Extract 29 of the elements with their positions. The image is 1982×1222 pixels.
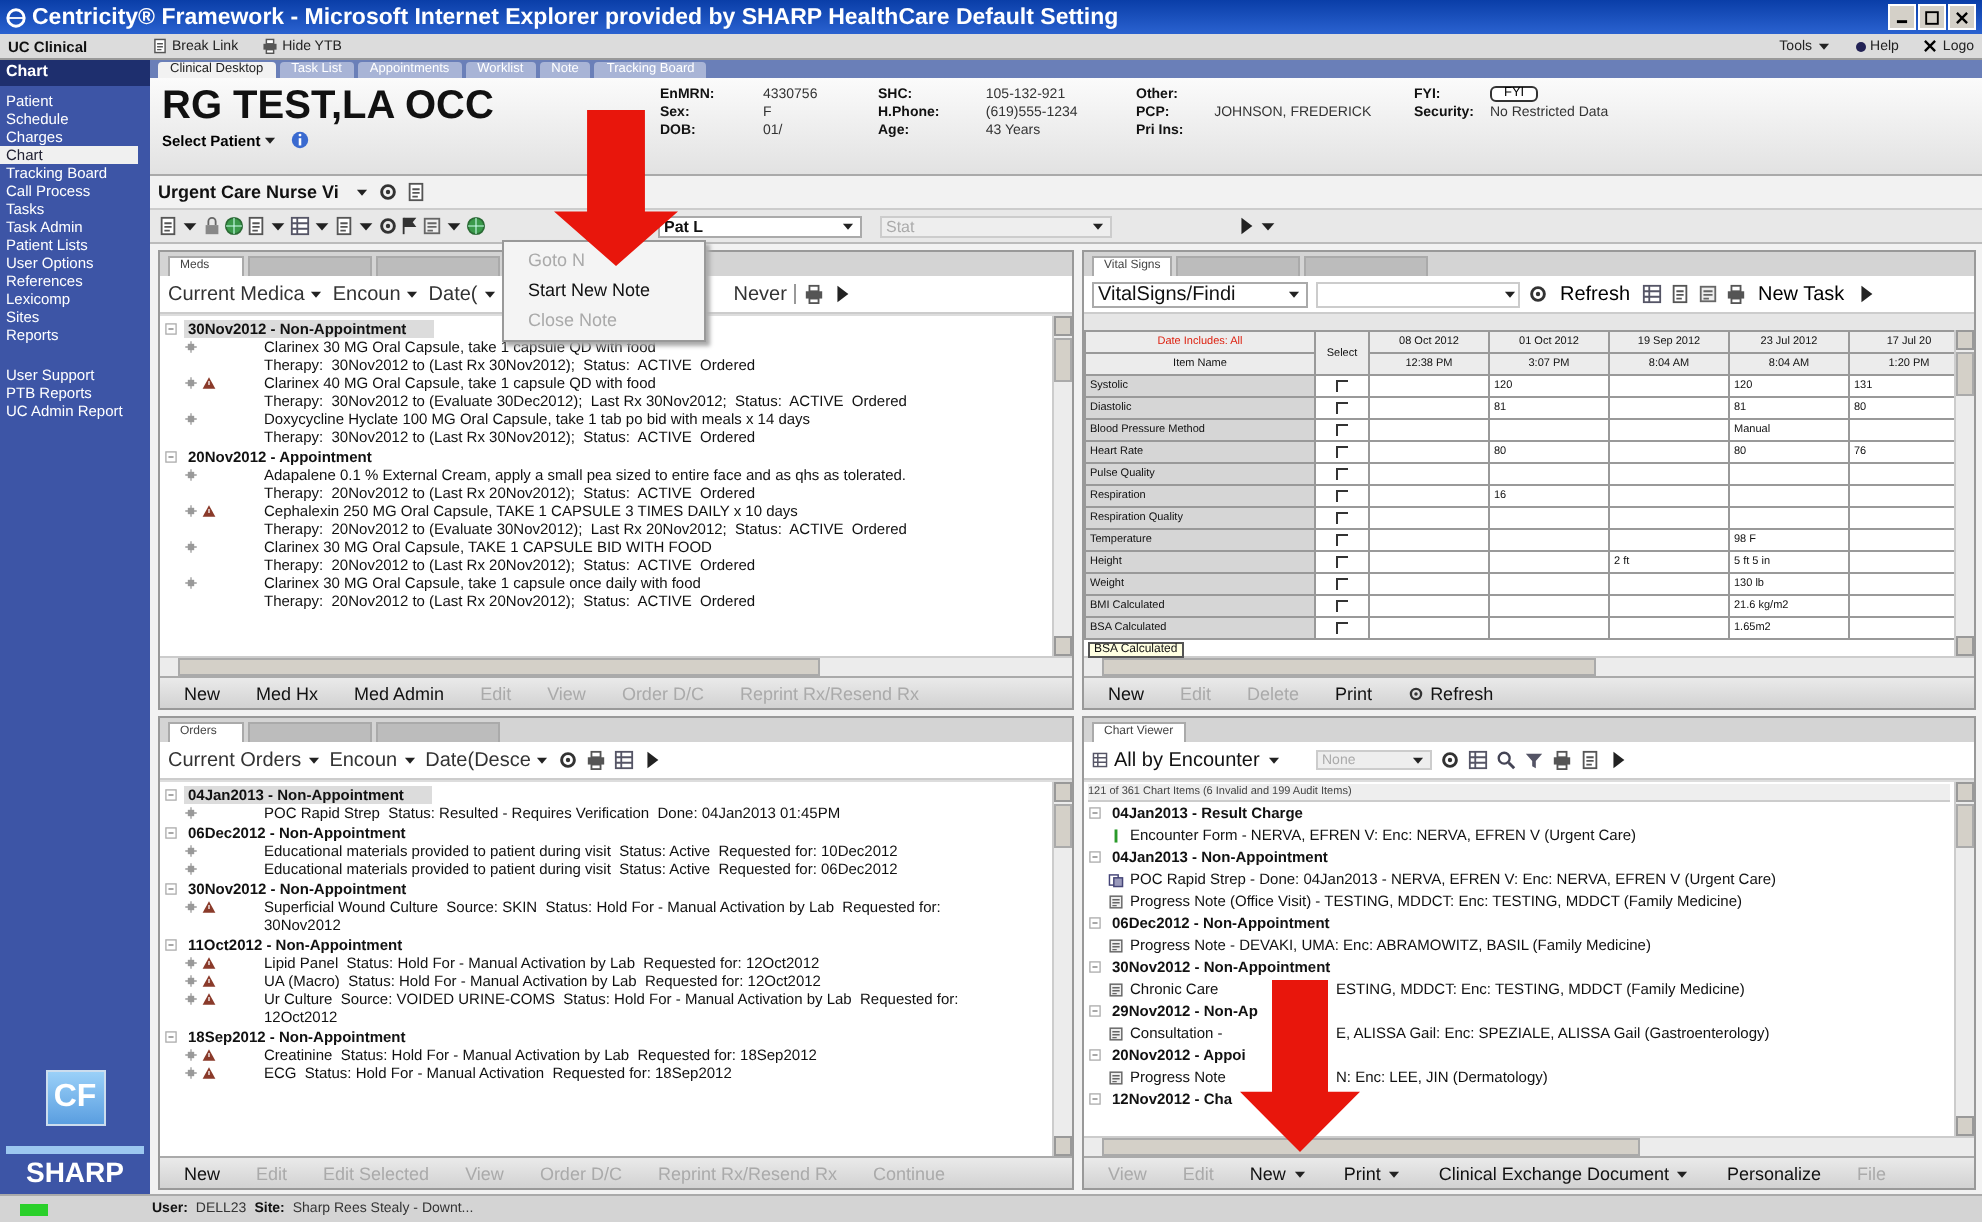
action-button[interactable]: Refresh xyxy=(1396,683,1506,703)
patient-name: RG TEST,LA OCC xyxy=(162,82,496,130)
dropdown[interactable]: Date(Desce xyxy=(425,749,551,771)
refresh-button[interactable]: Refresh xyxy=(1556,283,1635,305)
menu-item[interactable]: Start New Note xyxy=(504,276,704,306)
logo: CF xyxy=(45,1070,105,1126)
action-button[interactable]: Print xyxy=(1331,1163,1415,1183)
dropdown[interactable]: Current Orders xyxy=(168,749,322,771)
sidebar-header: Chart xyxy=(0,60,150,86)
dropdown[interactable]: All by Encounter xyxy=(1092,749,1308,771)
dropdown[interactable]: Encoun xyxy=(332,283,421,305)
action-button[interactable]: New xyxy=(172,1163,233,1183)
dropdown[interactable]: Pat L xyxy=(658,215,862,237)
dropdown[interactable]: Encoun xyxy=(329,749,418,771)
action-button[interactable]: Personalize xyxy=(1714,1163,1833,1183)
dropdown[interactable]: Date( xyxy=(428,283,498,305)
filter-label: Never xyxy=(733,283,787,305)
dropdown[interactable]: VitalSigns/Findi xyxy=(1092,281,1308,307)
action-button[interactable]: Med Admin xyxy=(342,683,457,703)
action-button[interactable]: New xyxy=(1096,683,1157,703)
action-button[interactable]: Clinical Exchange Document xyxy=(1426,1163,1703,1183)
dropdown[interactable]: Urgent Care Nurse Vi xyxy=(158,182,371,202)
new-task-button[interactable]: New Task xyxy=(1754,283,1849,305)
action-button[interactable]: Print xyxy=(1323,683,1385,703)
action-button[interactable]: New xyxy=(1237,1163,1320,1183)
action-button[interactable]: New xyxy=(172,683,233,703)
window-title: Centricity® Framework - Microsoft Internet Explorer provided by SHARP HealthCare Default Setting xyxy=(32,5,1119,29)
dropdown[interactable]: Current Medica xyxy=(168,283,325,305)
action-button[interactable]: Med Hx xyxy=(244,683,331,703)
